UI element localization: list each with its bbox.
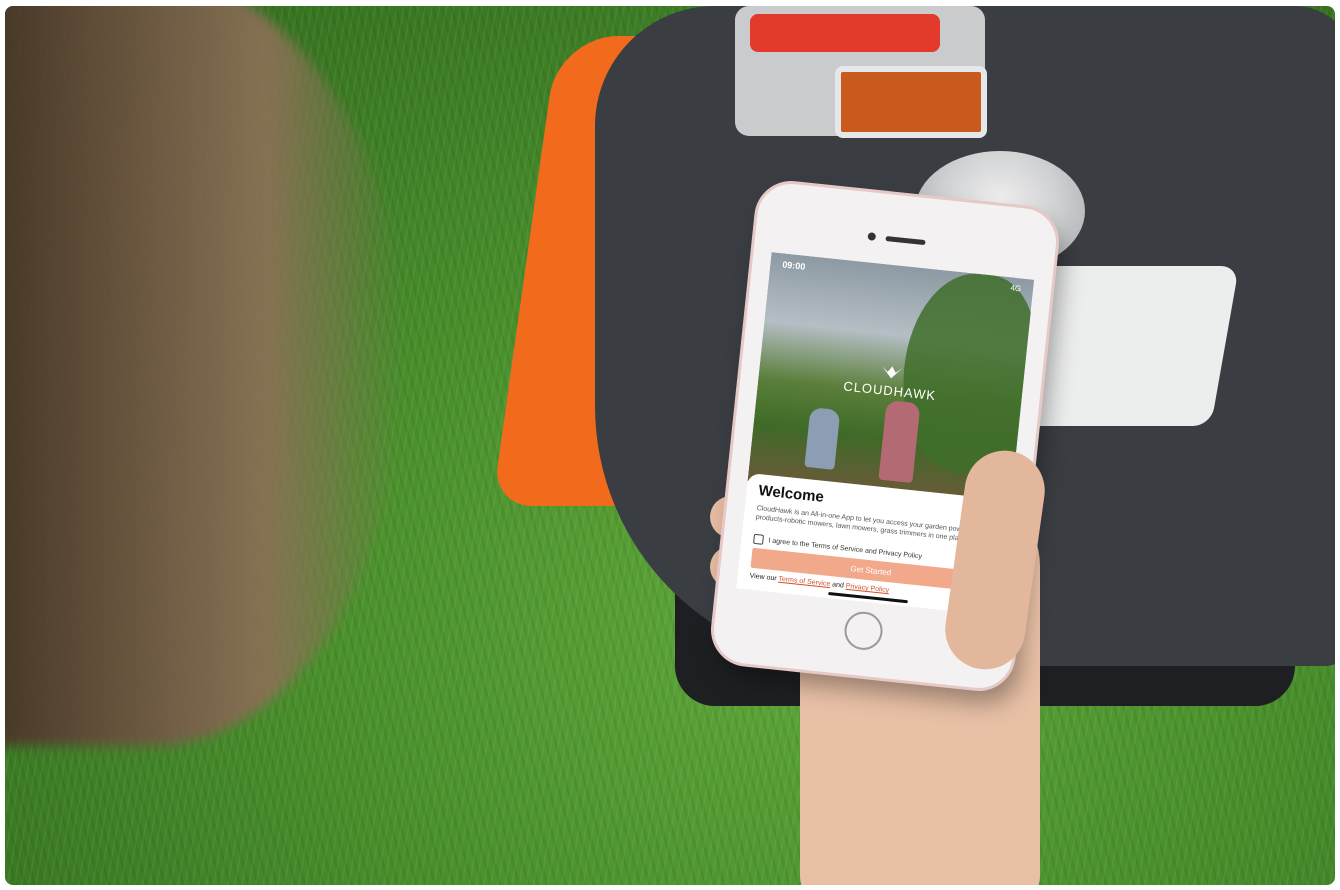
checkbox-icon[interactable]: [753, 533, 764, 545]
status-signal: 4G: [1010, 283, 1022, 294]
home-button-icon[interactable]: [842, 609, 885, 652]
phone-screen: 09:00 4G CLOUDHAWK Welcome CloudHawk is …: [736, 252, 1035, 616]
cloudhawk-logo-icon: [882, 366, 903, 379]
footer-prefix: View our: [749, 572, 777, 583]
earpiece-speaker: [885, 235, 926, 246]
footer-and: and: [831, 581, 845, 590]
mower-display: [835, 66, 987, 138]
terms-of-service-link[interactable]: Terms of Service: [778, 576, 831, 588]
person-standing: [878, 399, 921, 484]
photo-frame: [5, 6, 1335, 885]
person-sitting: [804, 407, 841, 470]
privacy-policy-link[interactable]: Privacy Policy: [845, 583, 889, 595]
smartphone: 09:00 4G CLOUDHAWK Welcome CloudHawk is …: [710, 180, 1060, 692]
home-indicator: [828, 591, 908, 604]
welcome-title: Welcome: [757, 482, 825, 506]
front-camera: [867, 232, 877, 241]
mower-red-badge: [750, 14, 940, 52]
